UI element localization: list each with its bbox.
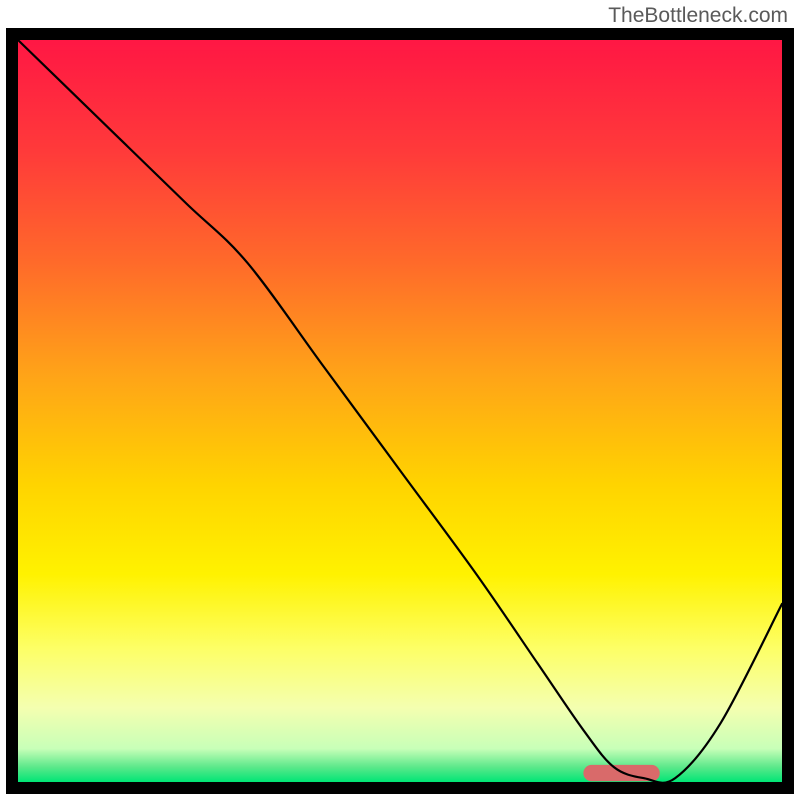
chart-container: TheBottleneck.com [0, 0, 800, 800]
watermark-text: TheBottleneck.com [608, 4, 788, 28]
chart-svg [0, 0, 800, 800]
plot-area [12, 34, 788, 788]
